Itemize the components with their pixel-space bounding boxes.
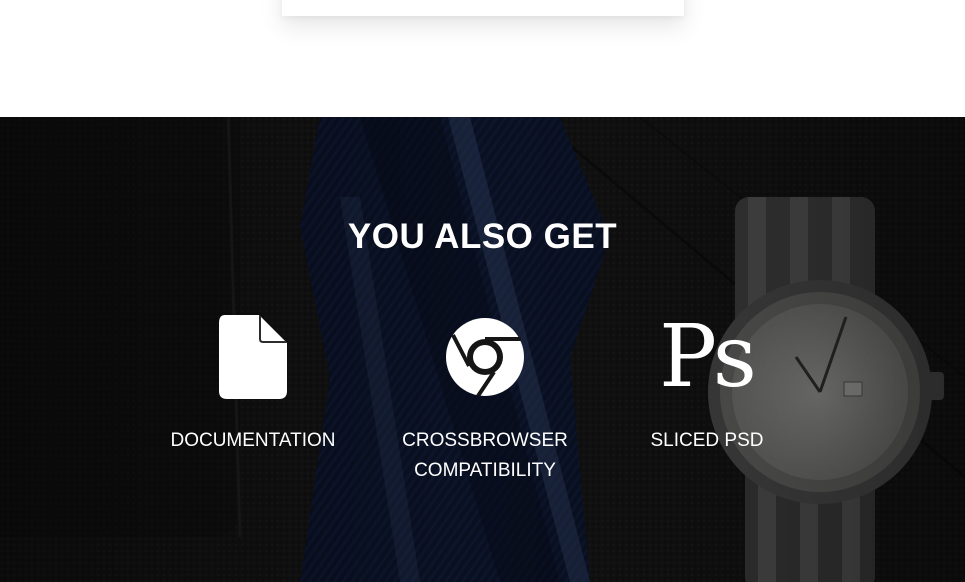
feature-sliced-psd: Ps SLICED PSD bbox=[587, 312, 827, 456]
feature-label: CROSSBROWSER COMPATIBILITY bbox=[402, 430, 568, 481]
top-white-area bbox=[0, 0, 965, 117]
chrome-icon bbox=[365, 312, 605, 402]
feature-crossbrowser: CROSSBROWSER COMPATIBILITY bbox=[365, 312, 605, 486]
feature-label: SLICED PSD bbox=[650, 430, 764, 451]
content-card-bottom-edge bbox=[282, 0, 684, 16]
section-heading: YOU ALSO GET bbox=[347, 217, 618, 256]
photoshop-glyph: Ps bbox=[659, 307, 757, 407]
feature-documentation: DOCUMENTATION bbox=[133, 312, 373, 456]
you-also-get-section: YOU ALSO GET DOCUMENTATION CROSSBROWSER … bbox=[0, 117, 965, 582]
photoshop-icon: Ps bbox=[587, 312, 827, 402]
feature-label: DOCUMENTATION bbox=[170, 430, 336, 451]
file-icon bbox=[133, 312, 373, 402]
